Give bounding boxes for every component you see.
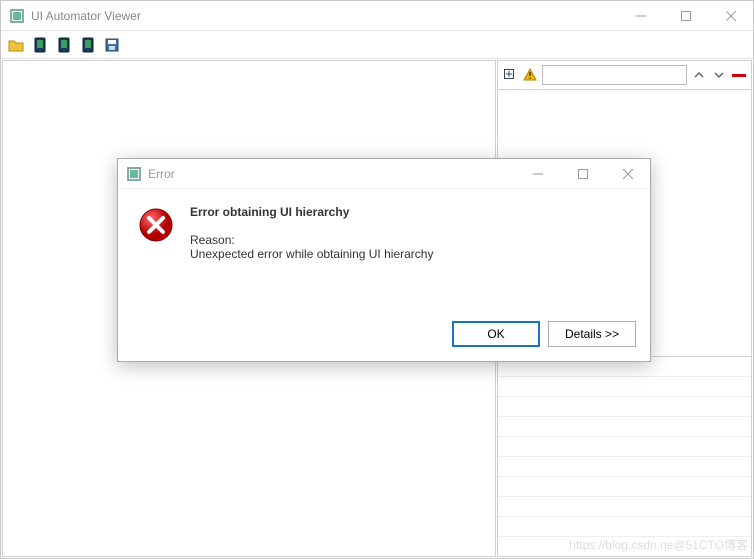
dialog-buttons: OK Details >> <box>118 313 650 361</box>
dialog-close-button[interactable] <box>605 159 650 188</box>
toolbar <box>1 31 753 59</box>
warning-icon[interactable] <box>522 67 538 83</box>
dialog-body: Error obtaining UI hierarchy Reason: Une… <box>118 189 650 313</box>
dialog-reason-text: Unexpected error while obtaining UI hier… <box>190 247 433 261</box>
node-detail-table[interactable] <box>497 357 752 557</box>
titlebar: UI Automator Viewer <box>1 1 753 31</box>
dialog-titlebar: Error <box>118 159 650 189</box>
dialog-window-controls <box>515 159 650 188</box>
save-button[interactable] <box>101 34 123 56</box>
dialog-maximize-button[interactable] <box>560 159 605 188</box>
minimize-button[interactable] <box>618 1 663 30</box>
dialog-app-icon <box>126 166 142 182</box>
expand-all-icon[interactable] <box>502 67 518 83</box>
error-icon <box>138 207 174 243</box>
table-row <box>498 497 751 517</box>
table-row <box>498 477 751 497</box>
table-row <box>498 417 751 437</box>
remove-icon[interactable] <box>731 67 747 83</box>
table-row <box>498 457 751 477</box>
table-row <box>498 517 751 537</box>
dialog-heading: Error obtaining UI hierarchy <box>190 205 433 219</box>
error-dialog: Error Error obtaining UI hierarchy Rea <box>117 158 651 362</box>
device-screenshot-3-button[interactable] <box>77 34 99 56</box>
window-title: UI Automator Viewer <box>31 9 618 23</box>
dialog-message: Error obtaining UI hierarchy Reason: Une… <box>190 205 433 305</box>
table-row <box>498 377 751 397</box>
device-screenshot-1-button[interactable] <box>29 34 51 56</box>
app-icon <box>9 8 25 24</box>
hierarchy-toolbar <box>497 60 752 90</box>
close-button[interactable] <box>708 1 753 30</box>
chevron-up-icon[interactable] <box>691 67 707 83</box>
details-button[interactable]: Details >> <box>548 321 636 347</box>
dialog-minimize-button[interactable] <box>515 159 560 188</box>
dialog-reason-label: Reason: <box>190 233 433 247</box>
chevron-down-icon[interactable] <box>711 67 727 83</box>
ok-button[interactable]: OK <box>452 321 540 347</box>
table-row <box>498 397 751 417</box>
table-row <box>498 437 751 457</box>
maximize-button[interactable] <box>663 1 708 30</box>
open-button[interactable] <box>5 34 27 56</box>
dialog-title: Error <box>148 167 515 181</box>
device-screenshot-2-button[interactable] <box>53 34 75 56</box>
search-input[interactable] <box>542 65 687 85</box>
window-controls <box>618 1 753 30</box>
